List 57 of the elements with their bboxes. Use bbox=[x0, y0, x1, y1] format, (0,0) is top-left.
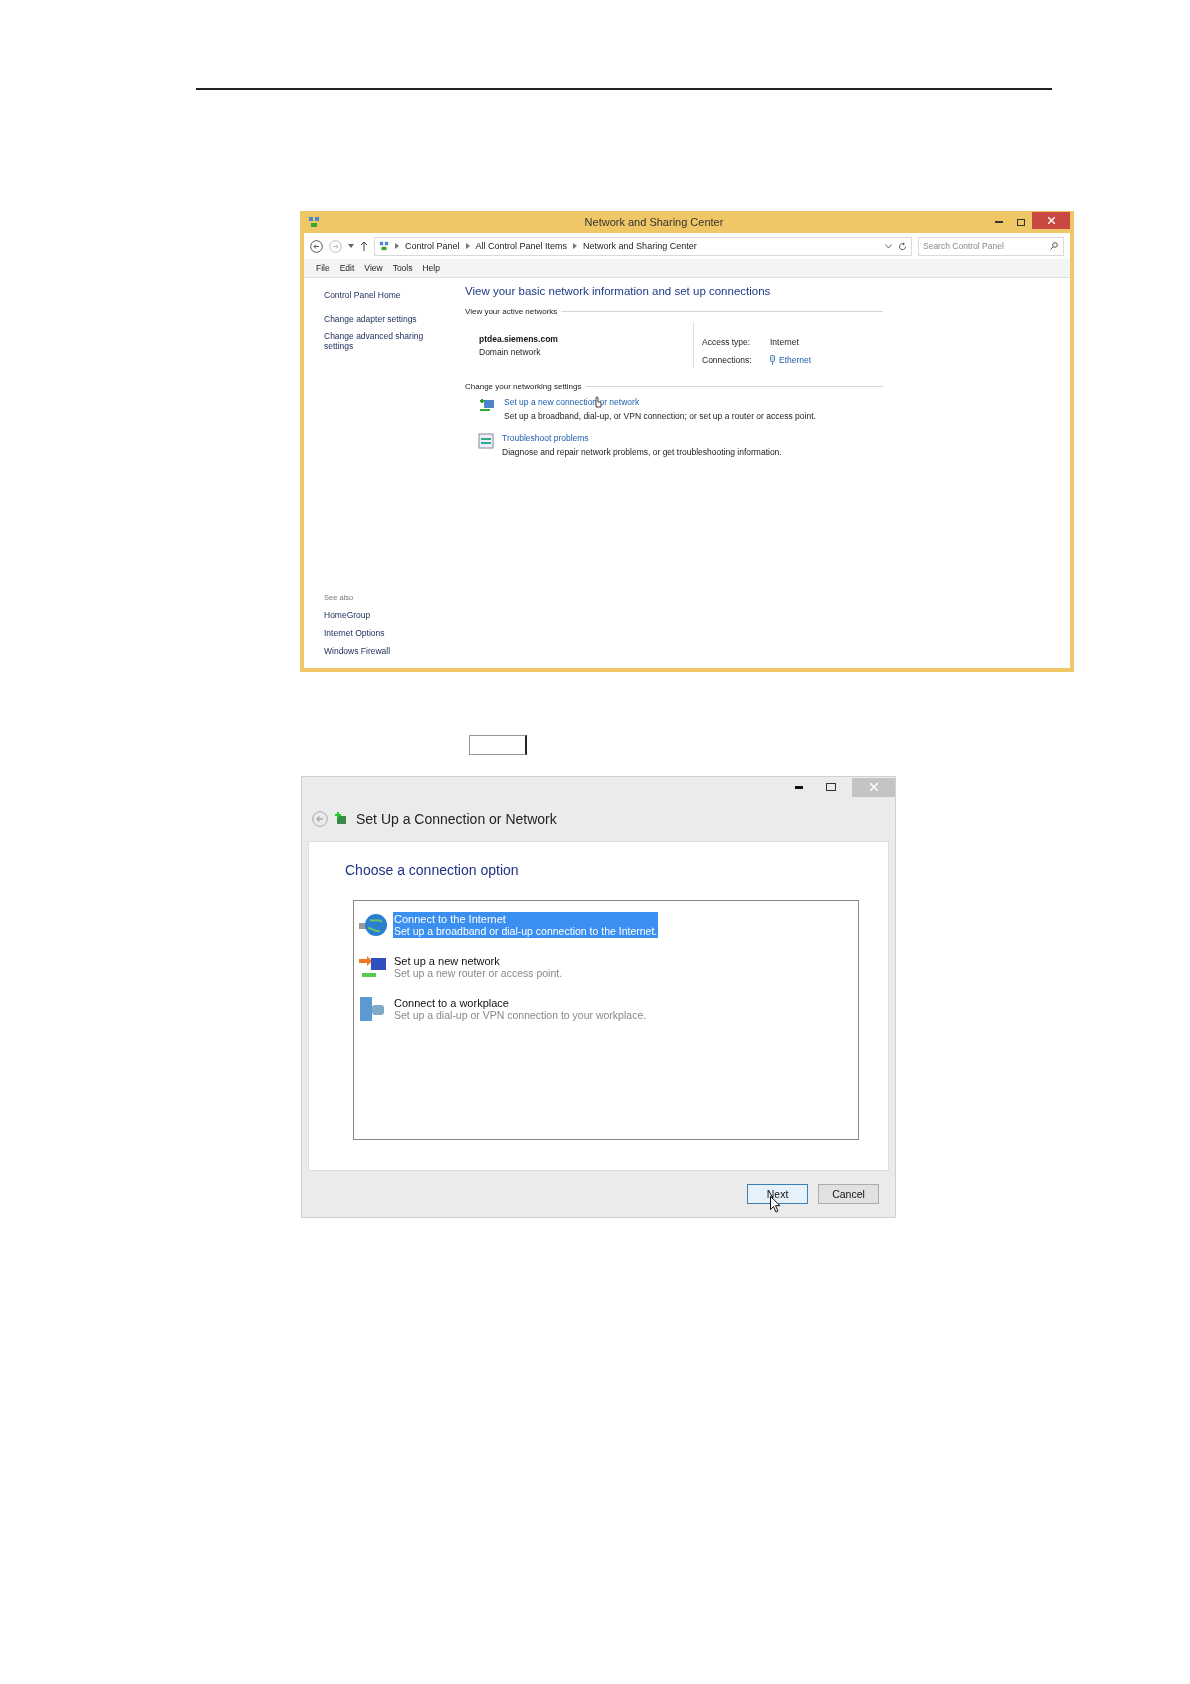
section-heading: Change your networking settings bbox=[465, 382, 582, 391]
menu-item[interactable]: Edit bbox=[339, 263, 355, 273]
breadcrumb-item[interactable]: Control Panel bbox=[405, 241, 460, 251]
network-icon bbox=[379, 241, 389, 251]
task-link[interactable]: Troubleshoot problems bbox=[502, 433, 782, 443]
chevron-down-icon[interactable] bbox=[885, 243, 892, 249]
task-description: Diagnose and repair network problems, or get troubleshooting information. bbox=[502, 447, 782, 457]
network-type: Domain network bbox=[479, 347, 542, 357]
ethernet-link[interactable]: Ethernet bbox=[779, 355, 812, 366]
field-label: Connections: bbox=[702, 355, 753, 366]
back-icon[interactable] bbox=[310, 239, 323, 253]
up-arrow-icon[interactable] bbox=[360, 241, 368, 251]
search-icon[interactable] bbox=[1050, 241, 1058, 250]
chevron-icon bbox=[395, 243, 399, 249]
sidebar-link[interactable]: Change advanced sharing settings bbox=[324, 331, 434, 351]
cancel-button[interactable]: Cancel bbox=[818, 1184, 879, 1204]
dialog-heading: Choose a connection option bbox=[345, 862, 520, 878]
ethernet-icon bbox=[770, 355, 775, 366]
address-bar[interactable]: Control Panel All Control Panel Items Network and Sharing Center bbox=[374, 236, 912, 256]
maximize-icon[interactable] bbox=[826, 783, 836, 791]
next-button[interactable]: Next bbox=[747, 1184, 808, 1204]
network-setup-icon bbox=[334, 811, 348, 827]
see-also-link[interactable]: Windows Firewall bbox=[324, 646, 460, 656]
network-icon bbox=[308, 216, 320, 228]
refresh-icon[interactable] bbox=[898, 241, 907, 251]
breadcrumb-item[interactable]: Network and Sharing Center bbox=[583, 241, 697, 251]
menu-item[interactable]: Tools bbox=[392, 263, 413, 273]
section-heading: View your active networks bbox=[465, 307, 558, 316]
task-description: Set up a broadband, dial-up, or VPN connection; or set up a router or access point. bbox=[504, 411, 816, 421]
close-button[interactable] bbox=[1032, 211, 1070, 229]
connection-option[interactable]: Connect to a workplace Set up a dial-up or VPN connection to your workplace. bbox=[393, 996, 648, 1022]
menu-item[interactable]: File bbox=[316, 263, 330, 273]
chevron-icon bbox=[573, 243, 578, 249]
minimize-icon[interactable] bbox=[795, 785, 803, 789]
window-title: Network and Sharing Center bbox=[583, 216, 725, 228]
dialog-title: Set Up a Connection or Network bbox=[356, 811, 557, 827]
breadcrumb-item[interactable]: All Control Panel Items bbox=[475, 241, 568, 251]
network-name: ptdea.siemens.com bbox=[479, 334, 559, 344]
dropdown-icon[interactable] bbox=[348, 244, 354, 248]
access-type-value: Internet bbox=[770, 336, 800, 347]
see-also-link[interactable]: Internet Options bbox=[324, 628, 460, 638]
empty-field bbox=[469, 735, 527, 755]
search-field[interactable]: Search Control Panel bbox=[918, 236, 1064, 256]
arrow-cursor-icon bbox=[770, 1196, 781, 1213]
globe-icon bbox=[358, 911, 388, 939]
sidebar-link[interactable]: Control Panel Home bbox=[324, 290, 434, 300]
maximize-icon[interactable] bbox=[1017, 218, 1025, 226]
sidebar-link[interactable]: Change adapter settings bbox=[324, 314, 434, 324]
menu-item[interactable]: Help bbox=[422, 263, 440, 273]
menu-item[interactable]: View bbox=[364, 263, 383, 273]
close-icon[interactable] bbox=[1047, 216, 1055, 224]
connection-option[interactable]: Set up a new network Set up a new router or access point. bbox=[393, 954, 564, 980]
page-heading: View your basic network information and set up connections bbox=[465, 285, 772, 297]
see-also-link[interactable]: HomeGroup bbox=[324, 610, 460, 620]
field-label: Access type: bbox=[702, 336, 752, 347]
chevron-icon bbox=[465, 243, 470, 249]
network-setup-icon bbox=[478, 397, 496, 413]
